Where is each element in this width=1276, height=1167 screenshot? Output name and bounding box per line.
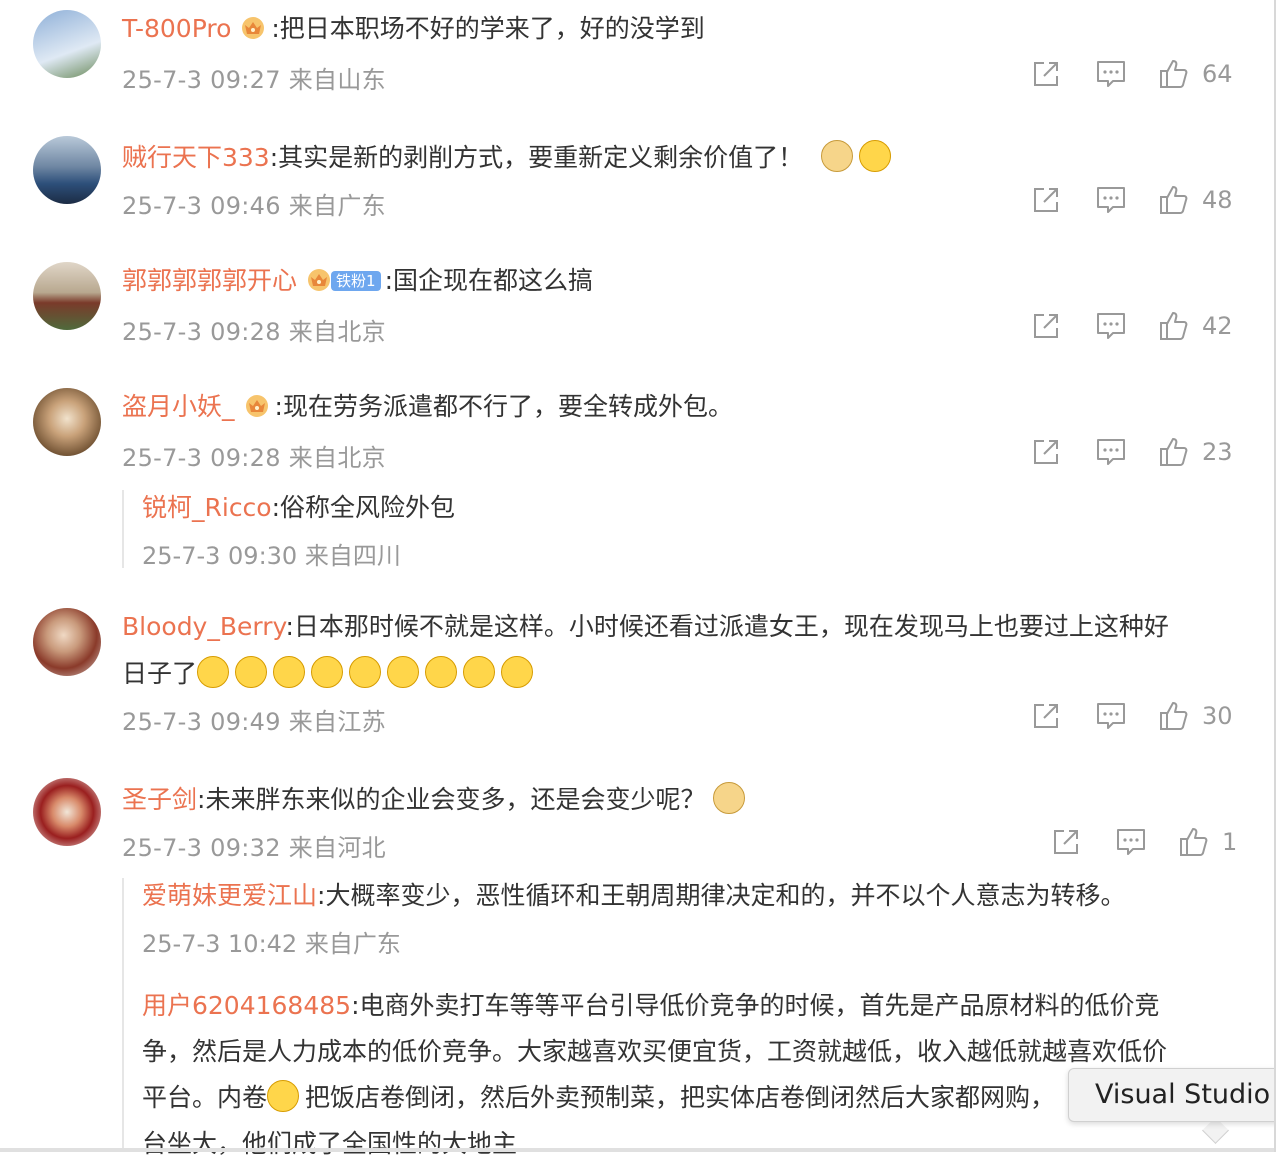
laughing-emoji-icon — [311, 656, 344, 688]
reply-body: 锐柯_Ricco:俗称全风险外包 — [142, 490, 455, 526]
comment-icon[interactable] — [1095, 310, 1127, 342]
comment-actions: 48 — [1030, 184, 1250, 220]
like-count: 48 — [1202, 186, 1233, 214]
comment-username[interactable]: T-800Pro — [122, 14, 231, 43]
thumbs-up-icon[interactable] — [1158, 310, 1190, 342]
laughing-emoji-icon — [273, 656, 306, 688]
laughing-emoji-icon — [425, 656, 458, 688]
reply-username[interactable]: 用户6204168485 — [142, 991, 351, 1020]
comment-meta: 25-7-3 09:49 来自江苏 — [122, 708, 386, 736]
comment-icon[interactable] — [1115, 826, 1147, 858]
fan-badge: 铁粉1 — [331, 271, 381, 291]
comment-icon[interactable] — [1095, 700, 1127, 732]
reply-text: 把饭店卷倒闭，然后外卖预制菜，把实体店卷倒闭然后大家都网购， — [305, 1083, 1056, 1112]
comment-username[interactable]: 盗月小妖_ — [122, 392, 235, 421]
comment-actions: 1 — [1050, 826, 1250, 862]
reply-meta: 25-7-3 09:30 来自四川 — [142, 542, 401, 570]
grin-emoji-icon — [859, 140, 892, 172]
doge-emoji-icon — [821, 140, 854, 172]
share-icon[interactable] — [1030, 700, 1062, 732]
comment-text: :其实是新的剥削方式，要重新定义剩余价值了！ — [269, 143, 804, 172]
share-icon[interactable] — [1030, 310, 1062, 342]
comment-icon[interactable] — [1095, 436, 1127, 468]
reply-text: :大概率变少，恶性循环和王朝周期律决定和的，并不以个人意志为转移。 — [317, 881, 1126, 910]
crown-icon — [245, 394, 269, 418]
comment-actions: 23 — [1030, 436, 1250, 472]
avatar[interactable] — [33, 10, 101, 78]
reply-username[interactable]: 锐柯_Ricco — [142, 493, 272, 522]
comment-body: 圣子剑:未来胖东来似的企业会变多，还是会变少呢？ — [122, 782, 751, 815]
reply-body: 用户6204168485:电商外卖打车等等平台引导低价竞争的时候，首先是产品原材… — [142, 983, 1167, 1029]
laughing-emoji-icon — [235, 656, 268, 688]
share-icon[interactable] — [1050, 826, 1082, 858]
like-count: 64 — [1202, 60, 1233, 88]
reply-text: :电商外卖打车等等平台引导低价竞争的时候，首先是产品原材料的低价竞 — [351, 991, 1160, 1020]
comment-username[interactable]: 郭郭郭郭郭开心 — [122, 266, 297, 295]
like-count: 1 — [1222, 828, 1238, 856]
thumbs-up-icon[interactable] — [1158, 436, 1190, 468]
comment-meta: 25-7-3 09:27 来自山东 — [122, 66, 386, 94]
comment-text: 日子了 — [122, 659, 198, 688]
avatar[interactable] — [33, 608, 101, 676]
doge-emoji-icon — [713, 782, 746, 814]
comment-body: 盗月小妖_ :现在劳务派遣都不行了，要全转成外包。 — [122, 392, 733, 422]
comment-body: Bloody_Berry:日本那时候不就是这样。小时候还看过派遣女王，现在发现马… — [122, 612, 1169, 642]
reply-body-continued: 台坐大，他们成了全国性的大地主 — [142, 1129, 518, 1158]
comment-icon[interactable] — [1095, 184, 1127, 216]
share-icon[interactable] — [1030, 184, 1062, 216]
laughing-emoji-icon — [463, 656, 496, 688]
thumbs-up-icon[interactable] — [1158, 184, 1190, 216]
like-count: 23 — [1202, 438, 1233, 466]
reply-text: 平台。内卷 — [142, 1083, 268, 1112]
crown-icon — [241, 16, 265, 40]
bottom-divider — [0, 1148, 1276, 1152]
reply-meta: 25-7-3 10:42 来自广东 — [142, 930, 401, 958]
share-icon[interactable] — [1030, 58, 1062, 90]
thumbs-up-icon[interactable] — [1158, 58, 1190, 90]
share-icon[interactable] — [1030, 436, 1062, 468]
dock-tooltip: Visual Studio C — [1068, 1068, 1276, 1122]
comment-username[interactable]: Bloody_Berry — [122, 612, 285, 641]
like-count: 30 — [1202, 702, 1233, 730]
comment-text: :把日本职场不好的学来了，好的没学到 — [271, 14, 705, 43]
comment-actions: 30 — [1030, 700, 1250, 736]
comment-text: :未来胖东来似的企业会变多，还是会变少呢？ — [197, 785, 706, 814]
comment-body: T-800Pro :把日本职场不好的学来了，好的没学到 — [122, 14, 705, 44]
reply-text: :俗称全风险外包 — [271, 493, 456, 522]
avatar[interactable] — [33, 136, 101, 204]
thumbs-up-icon[interactable] — [1178, 826, 1210, 858]
comment-body-continued: 日子了 — [122, 656, 539, 689]
avatar[interactable] — [33, 778, 101, 846]
avatar[interactable] — [33, 262, 101, 330]
comment-meta: 25-7-3 09:32 来自河北 — [122, 834, 386, 862]
reply-thread: 爱萌妹更爱江山:大概率变少，恶性循环和王朝周期律决定和的，并不以个人意志为转移。… — [122, 878, 1168, 1158]
reply-username[interactable]: 爱萌妹更爱江山 — [142, 881, 317, 910]
comment-username[interactable]: 圣子剑 — [122, 785, 197, 814]
comment-actions: 42 — [1030, 310, 1250, 346]
crown-icon — [307, 268, 331, 292]
reply-body-continued: 争，然后是人力成本的低价竞争。大家越喜欢买便宜货，工资就越低，收入越低就越喜欢低… — [142, 1037, 1168, 1066]
comment-actions: 64 — [1030, 58, 1250, 94]
laughing-emoji-icon — [197, 656, 230, 688]
thumbs-up-icon[interactable] — [1158, 700, 1190, 732]
comment-icon[interactable] — [1095, 58, 1127, 90]
crying-emoji-icon — [267, 1080, 300, 1112]
laughing-emoji-icon — [349, 656, 382, 688]
comment-username[interactable]: 贼行天下333 — [122, 143, 270, 172]
comment-meta: 25-7-3 09:28 来自北京 — [122, 318, 386, 346]
comment-text: :国企现在都这么搞 — [384, 266, 593, 295]
comment-meta: 25-7-3 09:46 来自广东 — [122, 192, 386, 220]
comment-text: :现在劳务派遣都不行了，要全转成外包。 — [274, 392, 733, 421]
avatar[interactable] — [33, 388, 101, 456]
reply-thread: 锐柯_Ricco:俗称全风险外包 25-7-3 09:30 来自四川 — [122, 490, 455, 570]
reply-body-continued: 平台。内卷 把饭店卷倒闭，然后外卖预制菜，把实体店卷倒闭然后大家都网购， — [142, 1075, 1167, 1121]
comment-body: 贼行天下333:其实是新的剥削方式，要重新定义剩余价值了！ — [122, 140, 897, 173]
reply-body: 爱萌妹更爱江山:大概率变少，恶性循环和王朝周期律决定和的，并不以个人意志为转移。 — [142, 878, 1167, 914]
laughing-emoji-icon — [501, 656, 534, 688]
comment-meta: 25-7-3 09:28 来自北京 — [122, 444, 386, 472]
comment-body: 郭郭郭郭郭开心 铁粉1:国企现在都这么搞 — [122, 266, 593, 296]
laughing-emoji-icon — [387, 656, 420, 688]
comment-text: :日本那时候不就是这样。小时候还看过派遣女王，现在发现马上也要过上这种好 — [285, 612, 1169, 641]
like-count: 42 — [1202, 312, 1233, 340]
